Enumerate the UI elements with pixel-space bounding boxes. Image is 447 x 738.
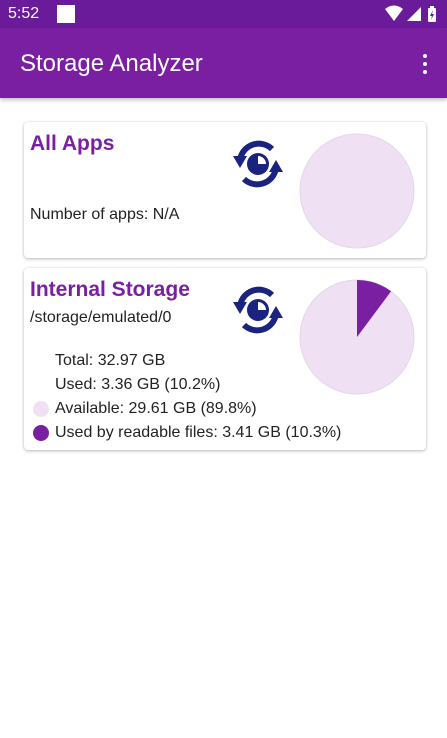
wifi-icon: [385, 5, 403, 21]
all-apps-card: All Apps Number of apps: N/A: [24, 122, 426, 258]
internal-storage-card: Internal Storage /storage/emulated/0 Tot…: [24, 268, 426, 450]
system-status-icons: [385, 5, 436, 22]
storage-used: Used: 3.36 GB (10.2%): [55, 376, 221, 393]
refresh-chart-icon[interactable]: [230, 136, 286, 192]
legend-available-dot: [33, 401, 49, 417]
more-vert-icon[interactable]: [419, 52, 431, 76]
internal-storage-title: Internal Storage: [30, 278, 190, 301]
app-title: Storage Analyzer: [20, 50, 203, 77]
app-bar: Storage Analyzer: [0, 28, 447, 98]
number-of-apps-label: Number of apps: N/A: [30, 206, 180, 223]
status-bar: 5:52: [0, 0, 447, 28]
battery-icon: [428, 6, 436, 22]
status-time: 5:52: [8, 5, 40, 22]
legend-readable-dot: [33, 425, 49, 441]
all-apps-title: All Apps: [30, 132, 115, 155]
storage-total: Total: 32.97 GB: [55, 352, 166, 369]
storage-path: /storage/emulated/0: [30, 309, 172, 326]
refresh-chart-icon[interactable]: [230, 282, 286, 338]
storage-available: Available: 29.61 GB (89.8%): [55, 400, 257, 417]
notification-icon: [57, 5, 75, 23]
storage-readable: Used by readable files: 3.41 GB (10.3%): [55, 424, 342, 441]
storage-pie-chart: [299, 279, 415, 395]
apps-pie-chart: [299, 133, 415, 249]
cell-signal-icon: [407, 7, 421, 21]
